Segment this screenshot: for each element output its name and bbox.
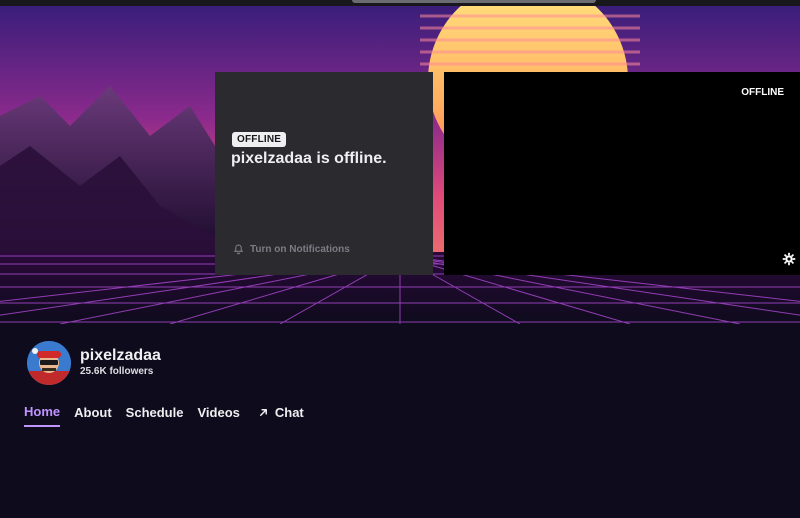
notify-label: Turn on Notifications <box>250 244 350 255</box>
tab-schedule[interactable]: Schedule <box>126 404 184 427</box>
channel-tabs: Home About Schedule Videos Chat <box>24 404 318 427</box>
offline-badge: OFFLINE <box>232 132 287 147</box>
avatar-image <box>27 341 71 385</box>
top-bar-handle <box>352 0 596 3</box>
tab-about-label: About <box>74 405 112 420</box>
offline-card: OFFLINE pixelzadaa is offline. Turn on N… <box>215 72 433 275</box>
arrow-up-right-icon <box>259 409 267 416</box>
player-offline-status: OFFLINE <box>741 87 784 98</box>
tab-chat-label: Chat <box>274 405 304 420</box>
tab-about[interactable]: About <box>74 404 112 427</box>
tab-videos[interactable]: Videos <box>197 404 239 427</box>
turn-on-notifications-button[interactable]: Turn on Notifications <box>233 244 350 255</box>
tab-videos-label: Videos <box>197 405 240 420</box>
gear-icon[interactable] <box>782 252 796 266</box>
offline-title: pixelzadaa is offline. <box>231 150 387 167</box>
bell-icon <box>233 244 244 255</box>
tab-chat[interactable]: Chat <box>258 404 304 427</box>
tab-schedule-label: Schedule <box>125 405 184 420</box>
avatar[interactable] <box>27 341 71 385</box>
follower-count: 25.6K followers <box>80 366 154 377</box>
video-player[interactable]: OFFLINE <box>444 72 800 275</box>
channel-info-section: pixelzadaa 25.6K followers Home About Sc… <box>0 324 800 518</box>
tab-home-label: Home <box>24 404 61 419</box>
tab-home[interactable]: Home <box>24 404 61 427</box>
channel-name[interactable]: pixelzadaa <box>80 347 161 365</box>
